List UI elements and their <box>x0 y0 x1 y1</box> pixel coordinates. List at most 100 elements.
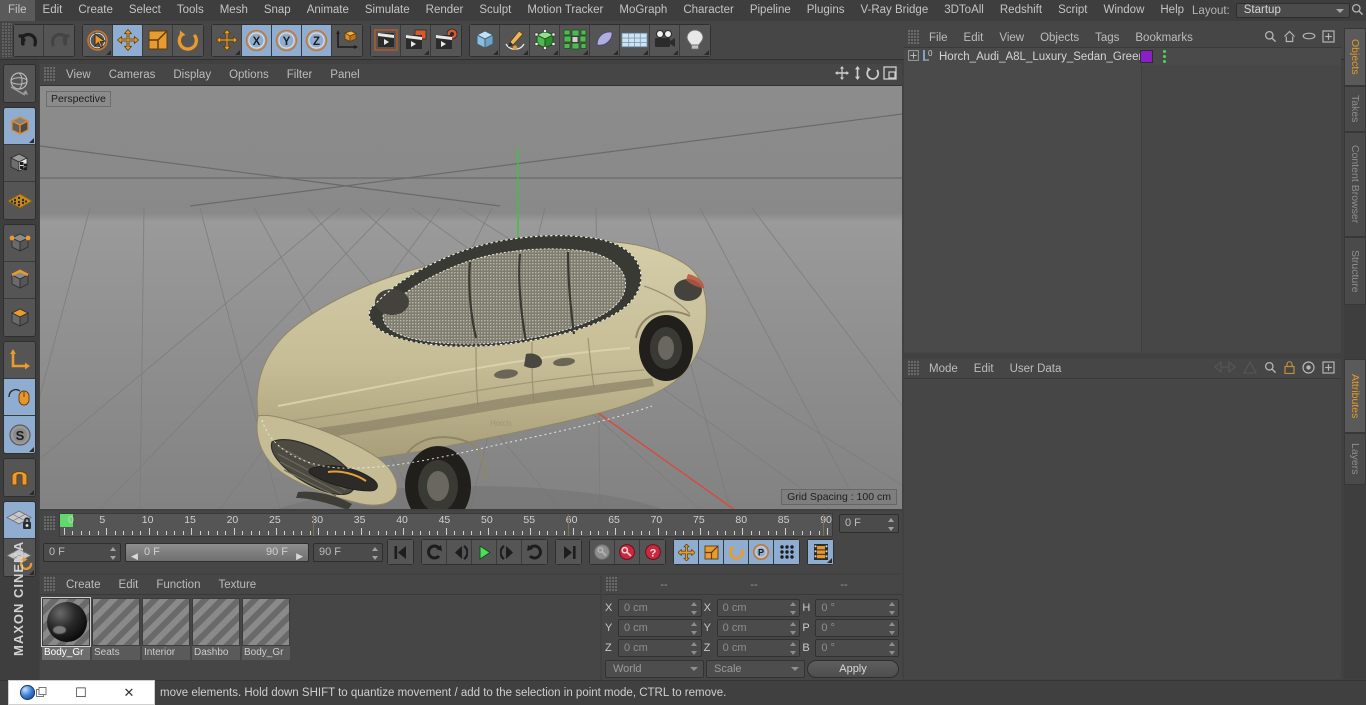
object-material-tag[interactable] <box>1140 50 1153 63</box>
menu-item-plugins[interactable]: Plugins <box>799 0 853 21</box>
live-selection-tool[interactable] <box>83 24 113 56</box>
object-menu-objects[interactable]: Objects <box>1032 28 1087 48</box>
viewport-menu-panel[interactable]: Panel <box>321 64 368 86</box>
size-y-field[interactable]: 0 cm <box>716 618 801 637</box>
object-name[interactable]: Horch_Audi_A8L_Luxury_Sedan_Green <box>939 51 1145 63</box>
menu-item-pipeline[interactable]: Pipeline <box>742 0 799 21</box>
texture-mode-button[interactable] <box>4 145 35 182</box>
material-item[interactable]: Dashbo <box>192 598 240 664</box>
go-to-previous-frame-button[interactable] <box>447 540 472 564</box>
interpolation-icon[interactable] <box>1214 360 1236 376</box>
toolbar-grip[interactable] <box>2 23 12 57</box>
target-icon[interactable] <box>1302 360 1315 377</box>
stepper-icon[interactable] <box>789 621 796 635</box>
timeline-range-slider[interactable]: ◀ 0 F 90 F ▶ <box>125 542 309 565</box>
rotation-b-field[interactable]: 0 ° <box>815 638 900 657</box>
magnet-tool-button[interactable] <box>4 459 35 496</box>
object-menu-file[interactable]: File <box>921 28 956 48</box>
move-axis-button[interactable] <box>212 24 242 56</box>
menu-item-simulate[interactable]: Simulate <box>357 0 418 21</box>
add-spline-button[interactable] <box>500 24 530 56</box>
scale-key-button[interactable] <box>699 540 724 564</box>
material-menu-texture[interactable]: Texture <box>209 575 265 595</box>
play-backwards-button[interactable] <box>422 540 447 564</box>
current-frame-field[interactable]: 0 F <box>839 514 899 533</box>
menu-item-mograph[interactable]: MoGraph <box>611 0 675 21</box>
range-right-arrow-icon[interactable]: ▶ <box>296 548 303 565</box>
parameter-key-button[interactable]: P <box>749 540 774 564</box>
lock-x-axis[interactable]: X <box>242 24 272 56</box>
go-to-start-button[interactable] <box>388 540 413 564</box>
position-key-button[interactable] <box>674 540 699 564</box>
viewport-menu-options[interactable]: Options <box>220 64 278 86</box>
undo-button[interactable] <box>14 24 44 56</box>
menu-item-script[interactable]: Script <box>1050 0 1095 21</box>
pan-icon[interactable] <box>835 66 849 83</box>
add-camera-button[interactable] <box>650 24 680 56</box>
attribute-menu-mode[interactable]: Mode <box>921 359 966 379</box>
cone-icon[interactable] <box>1243 360 1257 377</box>
start-stepper-icon[interactable] <box>109 546 116 560</box>
material-menu-create[interactable]: Create <box>57 575 110 595</box>
lock-icon[interactable] <box>1284 360 1295 377</box>
menu-item-help[interactable]: Help <box>1152 0 1192 21</box>
object-row[interactable]: 0 Horch_Audi_A8L_Luxury_Sedan_Green <box>904 48 1341 65</box>
layout-dropdown[interactable]: Startup <box>1235 3 1350 18</box>
search-icon[interactable] <box>1264 30 1277 46</box>
coordinates-grip[interactable] <box>606 577 617 592</box>
material-item[interactable]: Seats <box>92 598 140 664</box>
soft-selection-button[interactable]: S <box>4 416 35 453</box>
zoom-icon[interactable] <box>852 66 863 83</box>
object-menu-edit[interactable]: Edit <box>956 28 992 48</box>
rotation-key-button[interactable] <box>724 540 749 564</box>
object-manager-grip[interactable] <box>908 30 919 45</box>
material-item[interactable]: Body_Gr <box>41 597 91 664</box>
menu-item-select[interactable]: Select <box>121 0 169 21</box>
plus-box-icon[interactable] <box>1322 360 1335 377</box>
edges-mode-button[interactable] <box>4 262 35 299</box>
material-item[interactable]: Interior <box>142 598 190 664</box>
go-to-end-button[interactable] <box>556 540 581 564</box>
menu-item-render[interactable]: Render <box>418 0 472 21</box>
viewport-menu-cameras[interactable]: Cameras <box>100 64 165 86</box>
range-left-arrow-icon[interactable]: ◀ <box>131 548 138 565</box>
stepper-icon[interactable] <box>888 621 895 635</box>
perspective-viewport[interactable]: Horch Y Z X Perspective Grid Spacing : 1… <box>40 86 902 509</box>
tab-takes[interactable]: Takes <box>1344 86 1366 132</box>
model-mode-button[interactable] <box>4 108 35 145</box>
material-item[interactable]: Body_Gr <box>242 598 290 664</box>
point-level-animation-button[interactable] <box>774 540 799 564</box>
attribute-menu-user-data[interactable]: User Data <box>1002 359 1070 379</box>
menu-item-redshift[interactable]: Redshift <box>992 0 1050 21</box>
timeline-start-field[interactable]: 0 F <box>43 542 121 562</box>
play-forwards-button[interactable] <box>472 540 497 564</box>
tab-objects[interactable]: Objects <box>1344 28 1366 86</box>
menu-item-motion-tracker[interactable]: Motion Tracker <box>519 0 611 21</box>
attribute-manager-grip[interactable] <box>908 361 919 376</box>
rotate-tool[interactable] <box>173 24 203 56</box>
rotation-p-field[interactable]: 0 ° <box>815 618 900 637</box>
render-to-picture-viewer[interactable] <box>401 24 431 56</box>
menu-item-window[interactable]: Window <box>1095 0 1152 21</box>
timeline-frame-button[interactable] <box>808 540 833 564</box>
render-view-button[interactable] <box>371 24 401 56</box>
viewport-grip[interactable] <box>44 67 55 82</box>
axis-modification-button[interactable] <box>4 342 35 379</box>
menu-item-tools[interactable]: Tools <box>169 0 212 21</box>
scale-tool[interactable] <box>143 24 173 56</box>
end-stepper-icon[interactable] <box>371 546 378 560</box>
maximize-window-button[interactable]: ☐ <box>57 680 105 705</box>
c4d-app-icon[interactable] <box>9 680 57 705</box>
timeline-ruler[interactable]: 0 5 10 15 20 25 30 35 40 45 50 55 60 65 70 75 80 85 90 <box>59 513 833 537</box>
object-menu-tags[interactable]: Tags <box>1087 28 1127 48</box>
coordinate-mode-dropdown[interactable]: Scale <box>706 659 805 678</box>
menu-item-snap[interactable]: Snap <box>256 0 299 21</box>
frame-stepper-icon[interactable] <box>887 518 894 531</box>
polygons-mode-button[interactable] <box>4 299 35 336</box>
tab-structure[interactable]: Structure <box>1344 237 1366 305</box>
undo-view-button[interactable] <box>4 65 35 102</box>
redo-button[interactable] <box>44 24 74 56</box>
tab-content-browser[interactable]: Content Browser <box>1344 132 1366 237</box>
object-menu-bookmarks[interactable]: Bookmarks <box>1127 28 1201 48</box>
viewport-menu-display[interactable]: Display <box>164 64 220 86</box>
